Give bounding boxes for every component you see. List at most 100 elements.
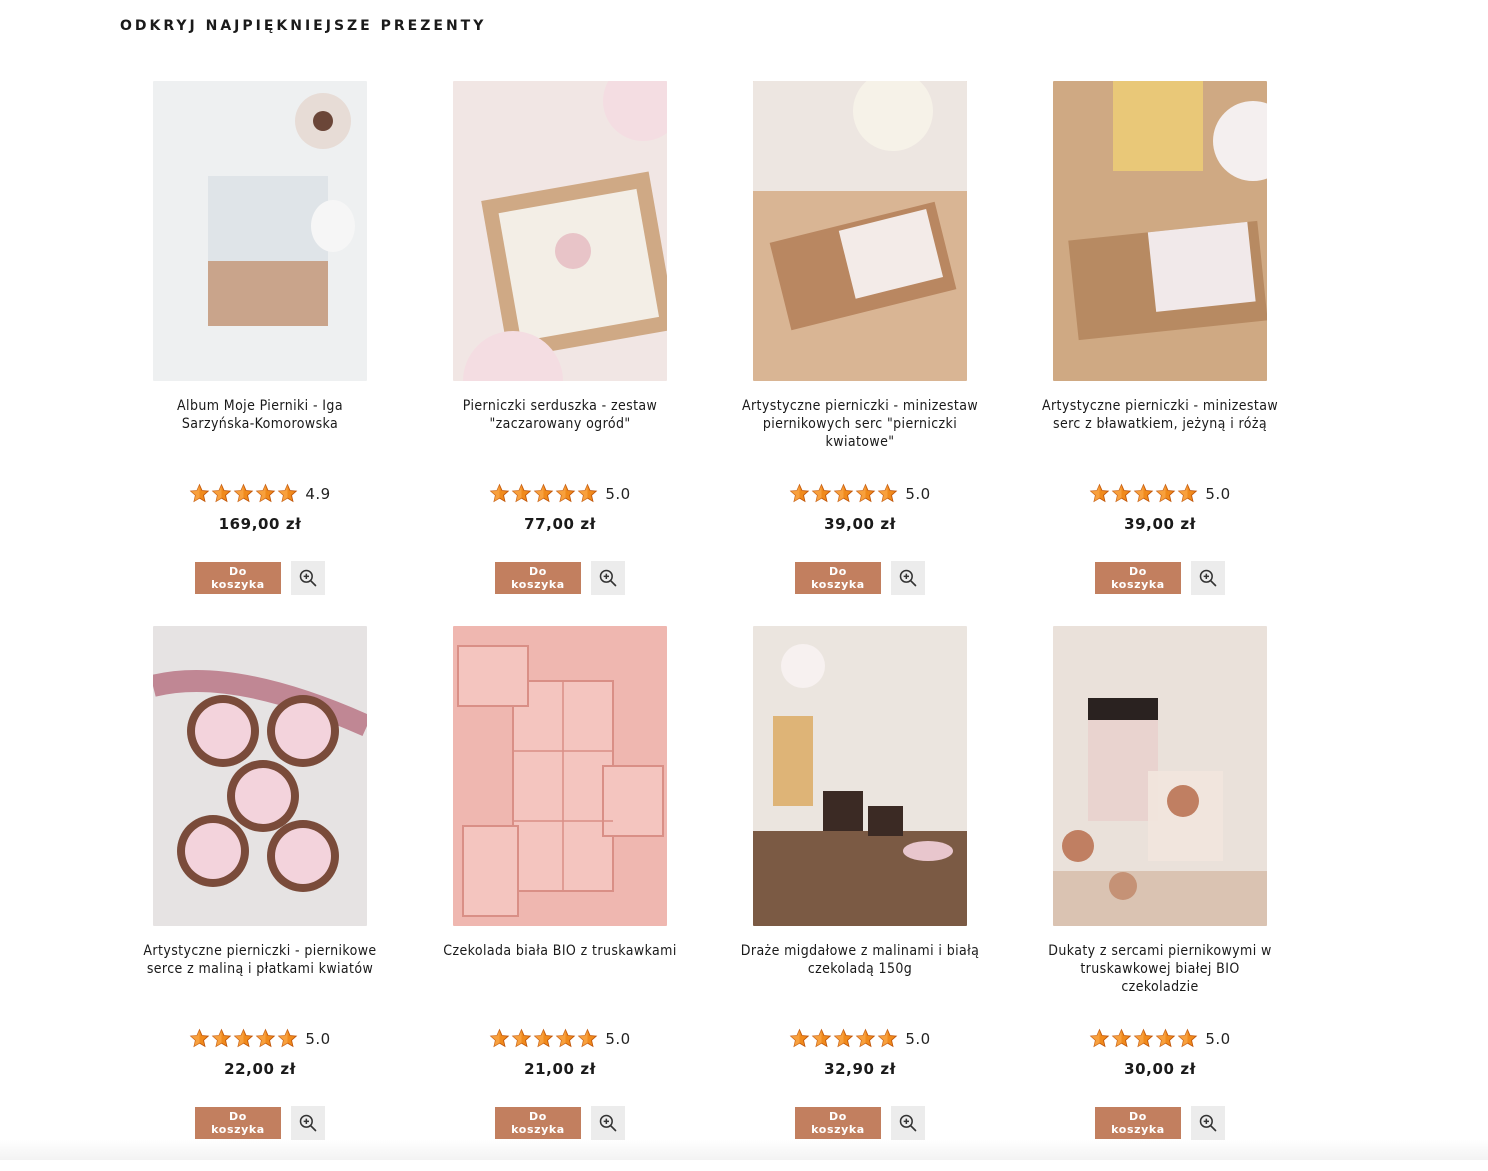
product-rating: 5.0 — [110, 1028, 410, 1049]
star-icon — [234, 1028, 254, 1048]
star-icon — [1134, 483, 1154, 503]
rating-value: 5.0 — [1205, 1029, 1231, 1048]
product-price: 21,00 zł — [524, 1060, 596, 1078]
zoom-in-icon — [299, 569, 317, 587]
star-icon — [790, 1028, 810, 1048]
star-icon — [190, 483, 210, 503]
product-image-link[interactable] — [753, 81, 967, 381]
add-to-cart-button[interactable]: Do koszyka — [495, 562, 581, 594]
star-icon — [878, 483, 898, 503]
product-actions: Do koszyka — [410, 1106, 710, 1140]
product-name-link[interactable]: Dukaty z sercami piernikowymi w truskawk… — [1040, 942, 1280, 996]
product-grid: Album Moje Pierniki - Iga Sarzyńska-Komo… — [110, 81, 1310, 1171]
star-icon — [1112, 1028, 1132, 1048]
product-card: Artystyczne pierniczki - minizestaw pier… — [710, 81, 1010, 626]
product-image-link[interactable] — [153, 81, 367, 381]
quick-view-button[interactable] — [591, 561, 625, 595]
product-actions: Do koszyka — [1010, 561, 1310, 595]
product-card: Artystyczne pierniczki - minizestaw serc… — [1010, 81, 1310, 626]
star-icon — [278, 1028, 298, 1048]
star-icon — [1178, 1028, 1198, 1048]
star-icon — [512, 1028, 532, 1048]
star-icon — [1156, 483, 1176, 503]
rating-value: 5.0 — [305, 1029, 331, 1048]
zoom-in-icon — [899, 1114, 917, 1132]
star-icon — [190, 1028, 210, 1048]
product-actions: Do koszyka — [710, 561, 1010, 595]
product-name-link[interactable]: Artystyczne pierniczki - piernikowe serc… — [140, 942, 380, 978]
product-rating: 5.0 — [1010, 1028, 1310, 1049]
quick-view-button[interactable] — [891, 561, 925, 595]
star-icon — [1134, 1028, 1154, 1048]
add-to-cart-button[interactable]: Do koszyka — [795, 1107, 881, 1139]
product-price: 39,00 zł — [824, 515, 896, 533]
add-to-cart-button[interactable]: Do koszyka — [1095, 1107, 1181, 1139]
star-icon — [256, 1028, 276, 1048]
quick-view-button[interactable] — [291, 561, 325, 595]
product-name-link[interactable]: Pierniczki serduszka - zestaw "zaczarowa… — [440, 397, 680, 433]
add-to-cart-button[interactable]: Do koszyka — [1095, 562, 1181, 594]
rating-value: 5.0 — [605, 484, 631, 503]
product-actions: Do koszyka — [410, 561, 710, 595]
product-rating: 5.0 — [410, 1028, 710, 1049]
quick-view-button[interactable] — [1191, 1106, 1225, 1140]
star-icon — [878, 1028, 898, 1048]
star-icon — [490, 483, 510, 503]
product-actions: Do koszyka — [1010, 1106, 1310, 1140]
product-rating: 5.0 — [710, 483, 1010, 504]
star-icon — [490, 1028, 510, 1048]
star-icon — [856, 1028, 876, 1048]
star-icon — [834, 1028, 854, 1048]
bottom-fade — [0, 1140, 1488, 1160]
product-name-link[interactable]: Czekolada biała BIO z truskawkami — [440, 942, 680, 960]
product-image-link[interactable] — [453, 626, 667, 926]
zoom-in-icon — [599, 569, 617, 587]
product-name-link[interactable]: Draże migdałowe z malinami i białą czeko… — [740, 942, 980, 978]
product-card: Dukaty z sercami piernikowymi w truskawk… — [1010, 626, 1310, 1171]
quick-view-button[interactable] — [891, 1106, 925, 1140]
star-icon — [1090, 483, 1110, 503]
star-icon — [856, 483, 876, 503]
star-icon — [578, 483, 598, 503]
star-icon — [556, 483, 576, 503]
product-actions: Do koszyka — [110, 1106, 410, 1140]
star-icon — [578, 1028, 598, 1048]
product-rating: 5.0 — [410, 483, 710, 504]
add-to-cart-button[interactable]: Do koszyka — [195, 562, 281, 594]
rating-value: 5.0 — [605, 1029, 631, 1048]
add-to-cart-button[interactable]: Do koszyka — [495, 1107, 581, 1139]
star-icon — [534, 483, 554, 503]
add-to-cart-button[interactable]: Do koszyka — [195, 1107, 281, 1139]
product-image-link[interactable] — [153, 626, 367, 926]
product-image-link[interactable] — [1053, 81, 1267, 381]
product-price: 30,00 zł — [1124, 1060, 1196, 1078]
product-card: Draże migdałowe z malinami i białą czeko… — [710, 626, 1010, 1171]
zoom-in-icon — [599, 1114, 617, 1132]
product-image-link[interactable] — [1053, 626, 1267, 926]
star-icon — [1178, 483, 1198, 503]
star-icon — [834, 483, 854, 503]
star-icon — [1112, 483, 1132, 503]
add-to-cart-button[interactable]: Do koszyka — [795, 562, 881, 594]
product-name-link[interactable]: Album Moje Pierniki - Iga Sarzyńska-Komo… — [140, 397, 380, 433]
zoom-in-icon — [1199, 569, 1217, 587]
zoom-in-icon — [1199, 1114, 1217, 1132]
quick-view-button[interactable] — [591, 1106, 625, 1140]
product-image-link[interactable] — [453, 81, 667, 381]
star-icon — [212, 1028, 232, 1048]
quick-view-button[interactable] — [291, 1106, 325, 1140]
quick-view-button[interactable] — [1191, 561, 1225, 595]
product-rating: 5.0 — [710, 1028, 1010, 1049]
star-icon — [512, 483, 532, 503]
zoom-in-icon — [899, 569, 917, 587]
star-icon — [812, 1028, 832, 1048]
product-name-link[interactable]: Artystyczne pierniczki - minizestaw serc… — [1040, 397, 1280, 433]
product-price: 169,00 zł — [218, 515, 302, 533]
star-icon — [1090, 1028, 1110, 1048]
star-icon — [212, 483, 232, 503]
product-card: Artystyczne pierniczki - piernikowe serc… — [110, 626, 410, 1171]
product-name-link[interactable]: Artystyczne pierniczki - minizestaw pier… — [740, 397, 980, 451]
rating-value: 5.0 — [1205, 484, 1231, 503]
product-image-link[interactable] — [753, 626, 967, 926]
product-price: 77,00 zł — [524, 515, 596, 533]
